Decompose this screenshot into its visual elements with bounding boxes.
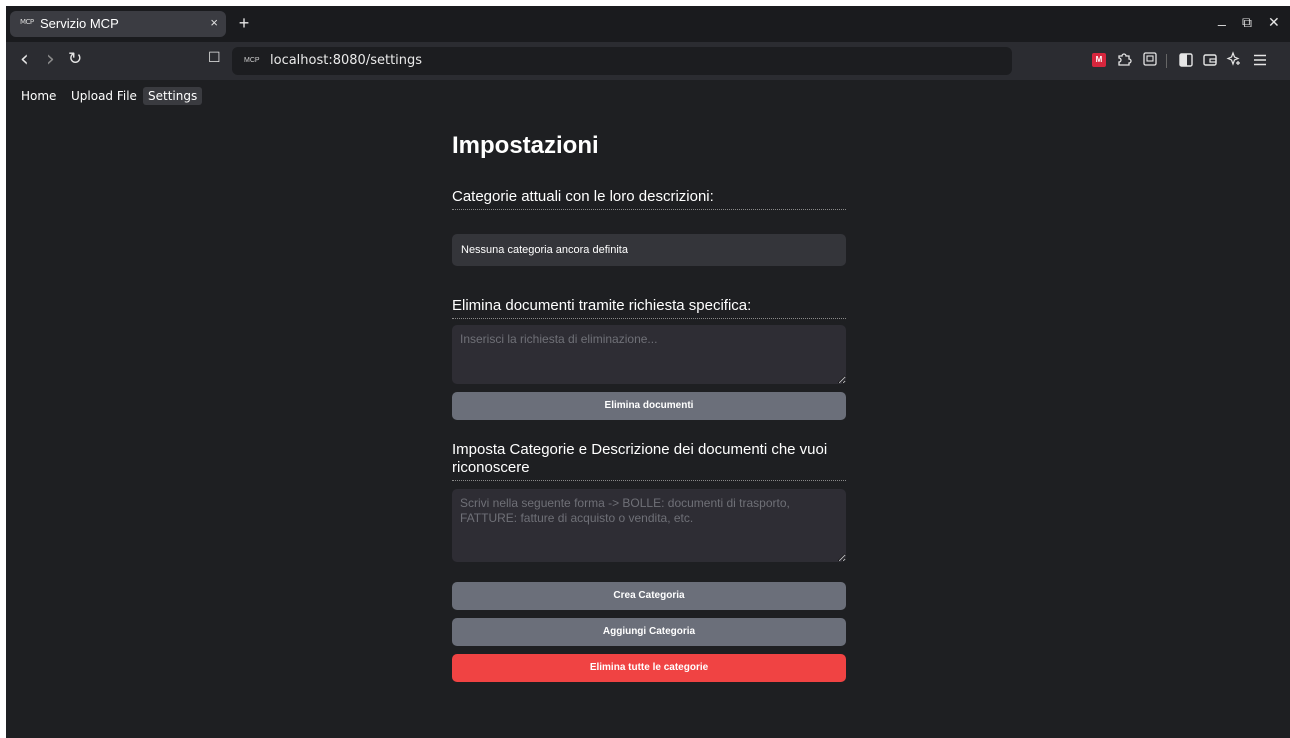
categories-heading: Categorie attuali con le loro descrizion… [452,188,846,210]
tab-servizio-mcp[interactable]: MCP Servizio MCP × [10,11,226,37]
puzzle-icon[interactable] [1116,51,1132,67]
delete-request-input[interactable] [452,325,846,384]
add-category-button[interactable]: Aggiungi Categoria [452,618,846,646]
tab-close-icon[interactable]: × [210,15,218,30]
browser-window: MCP Servizio MCP × + _ ⧉ ✕ ‹ › ↻ ☐ MCP l… [6,6,1290,738]
nav-home-link[interactable]: Home [16,87,61,105]
delete-all-categories-button[interactable]: Elimina tutte le categorie [452,654,846,682]
address-bar[interactable]: MCP localhost:8080/settings [232,47,1012,75]
categories-list: Nessuna categoria ancora definita [452,234,846,266]
nav-upload-link[interactable]: Upload File [66,87,142,105]
wallet-icon[interactable] [1202,52,1218,68]
mcp-favicon-icon: MCP [20,18,34,26]
toolbar-separator [1166,54,1167,68]
bookmark-icon[interactable]: ☐ [208,50,221,66]
delete-docs-heading: Elimina documenti tramite richiesta spec… [452,297,846,319]
sparkle-icon[interactable] [1226,51,1242,67]
categories-definition-input[interactable] [452,489,846,562]
tab-title: Servizio MCP [40,16,119,31]
restore-icon[interactable]: ⧉ [1242,14,1252,31]
new-tab-icon[interactable]: + [234,11,254,35]
back-icon[interactable]: ‹ [20,47,29,72]
close-window-icon[interactable]: ✕ [1268,14,1280,31]
delete-documents-button[interactable]: Elimina documenti [452,392,846,420]
url-text: localhost:8080/settings [270,53,423,68]
forward-icon[interactable]: › [46,47,55,72]
page-title: Impostazioni [452,132,599,159]
nav-settings-link[interactable]: Settings [143,87,203,105]
create-category-button[interactable]: Crea Categoria [452,582,846,610]
menu-icon[interactable] [1252,52,1268,68]
set-categories-heading: Imposta Categorie e Descrizione dei docu… [452,441,846,481]
tab-strip: MCP Servizio MCP × + _ ⧉ ✕ [6,6,1290,42]
app-nav: Home Upload File Settings [6,80,1290,110]
empty-categories-message: Nessuna categoria ancora definita [461,244,628,256]
extension-badge-icon[interactable]: M [1092,53,1106,67]
minimize-icon[interactable]: _ [1218,10,1226,26]
browser-toolbar: ‹ › ↻ ☐ MCP localhost:8080/settings M [6,42,1290,80]
url-favicon-icon: MCP [244,57,260,64]
reload-icon[interactable]: ↻ [68,49,82,69]
reader-icon[interactable] [1142,51,1158,67]
sidebar-icon[interactable] [1178,52,1194,68]
